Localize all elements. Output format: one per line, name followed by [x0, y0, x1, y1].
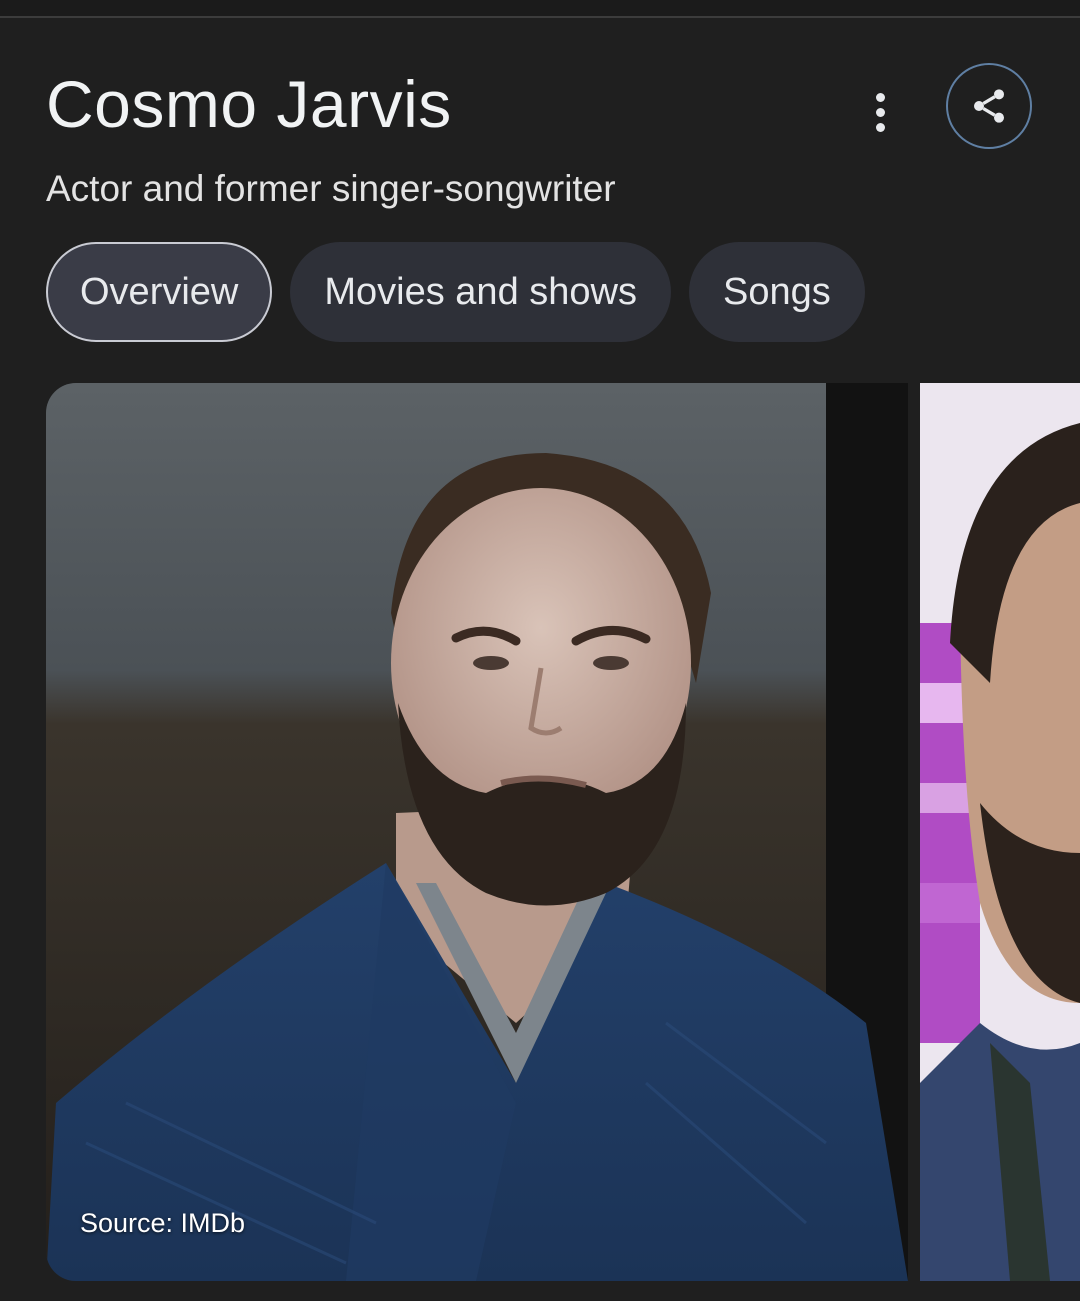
secondary-photo[interactable]: [920, 383, 1080, 1281]
tab-songs[interactable]: Songs: [688, 242, 865, 342]
tab-overview[interactable]: Overview: [46, 242, 273, 342]
share-icon: [974, 89, 1004, 123]
more-vert-icon: [875, 92, 885, 102]
tab-movies-and-shows[interactable]: Movies and shows: [290, 242, 671, 342]
entity-description: Actor and former singer-songwriter: [46, 168, 616, 209]
more-options-button[interactable]: [856, 84, 904, 140]
tab-bar: Overview Movies and shows Songs: [46, 242, 865, 342]
top-divider: [0, 0, 1080, 18]
share-button[interactable]: [946, 63, 1032, 149]
more-vert-icon-dot: [875, 122, 885, 132]
image-source-label: Source: IMDb: [80, 1208, 246, 1238]
more-vert-icon-dot: [875, 107, 885, 117]
secondary-portrait-image: [920, 383, 1080, 1281]
entity-title: Cosmo Jarvis: [46, 67, 452, 141]
portrait-image: [46, 383, 908, 1281]
knowledge-panel: Cosmo Jarvis Actor and former singer-son…: [0, 0, 1080, 1301]
main-photo[interactable]: Source: IMDb: [46, 383, 908, 1281]
